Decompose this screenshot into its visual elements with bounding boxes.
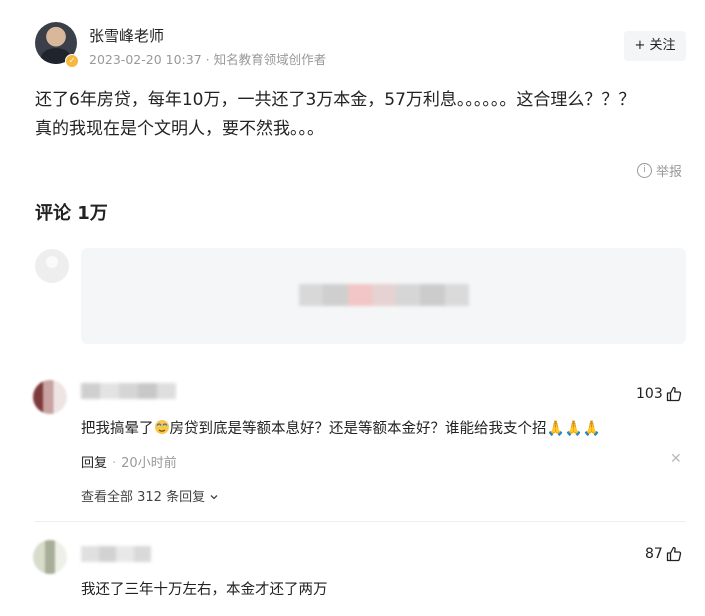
like-count: 87 <box>645 546 663 562</box>
post-line-1: 还了6年房贷，每年10万，一共还了3万本金，57万利息。。。。。。这合理么？？？ <box>35 90 636 110</box>
comment-actions: 回复 · 20小时前 <box>81 456 177 471</box>
current-user-avatar <box>35 249 69 283</box>
commenter-name[interactable] <box>81 383 176 399</box>
thumbs-up-icon <box>666 386 681 402</box>
comment-time: 20小时前 <box>121 456 177 471</box>
commenter-avatar[interactable] <box>33 380 67 414</box>
post-date: 2023-02-20 10:37 <box>89 52 202 67</box>
commenter-name[interactable] <box>81 546 151 562</box>
like-button[interactable]: 103 <box>636 386 682 402</box>
thumbs-up-icon <box>666 546 682 562</box>
see-all-replies-link[interactable]: 查看全部 312 条回复 <box>81 486 219 505</box>
chevron-down-icon <box>210 495 218 500</box>
reply-button[interactable]: 回复 <box>81 456 107 471</box>
verified-badge-icon: ✓ <box>65 54 79 68</box>
author-meta: 2023-02-20 10:37知名教育领域创作者 <box>89 49 326 68</box>
like-count: 103 <box>636 386 663 402</box>
report-button[interactable]: i 举报 <box>637 161 682 180</box>
comment-text: 我还了三年十万左右，本金才还了两万 <box>81 582 328 598</box>
author-name[interactable]: 张雪峰老师 <box>89 25 164 46</box>
comment-text: 把我搞晕了 房贷到底是等额本息好？还是等额本金好？谁能给我支个招🙏🙏🙏 <box>81 419 601 439</box>
divider <box>35 521 686 522</box>
comment-input[interactable] <box>81 248 686 344</box>
follow-button[interactable]: + 关注 <box>624 31 686 61</box>
like-button[interactable]: 87 <box>645 546 682 562</box>
dizzy-face-emoji-icon <box>154 419 170 439</box>
post-content: 还了6年房贷，每年10万，一共还了3万本金，57万利息。。。。。。这合理么？？？… <box>35 86 690 144</box>
commenter-avatar[interactable] <box>33 540 67 574</box>
comments-title: 评论 1万 <box>35 203 108 224</box>
info-circle-icon: i <box>637 163 652 178</box>
post-line-2: 真的我现在是个文明人，要不然我。。。 <box>35 119 324 139</box>
author-title: 知名教育领域创作者 <box>202 52 326 67</box>
close-icon[interactable]: ✕ <box>670 451 682 467</box>
comment-input-placeholder <box>299 284 469 306</box>
report-label: 举报 <box>656 165 683 180</box>
